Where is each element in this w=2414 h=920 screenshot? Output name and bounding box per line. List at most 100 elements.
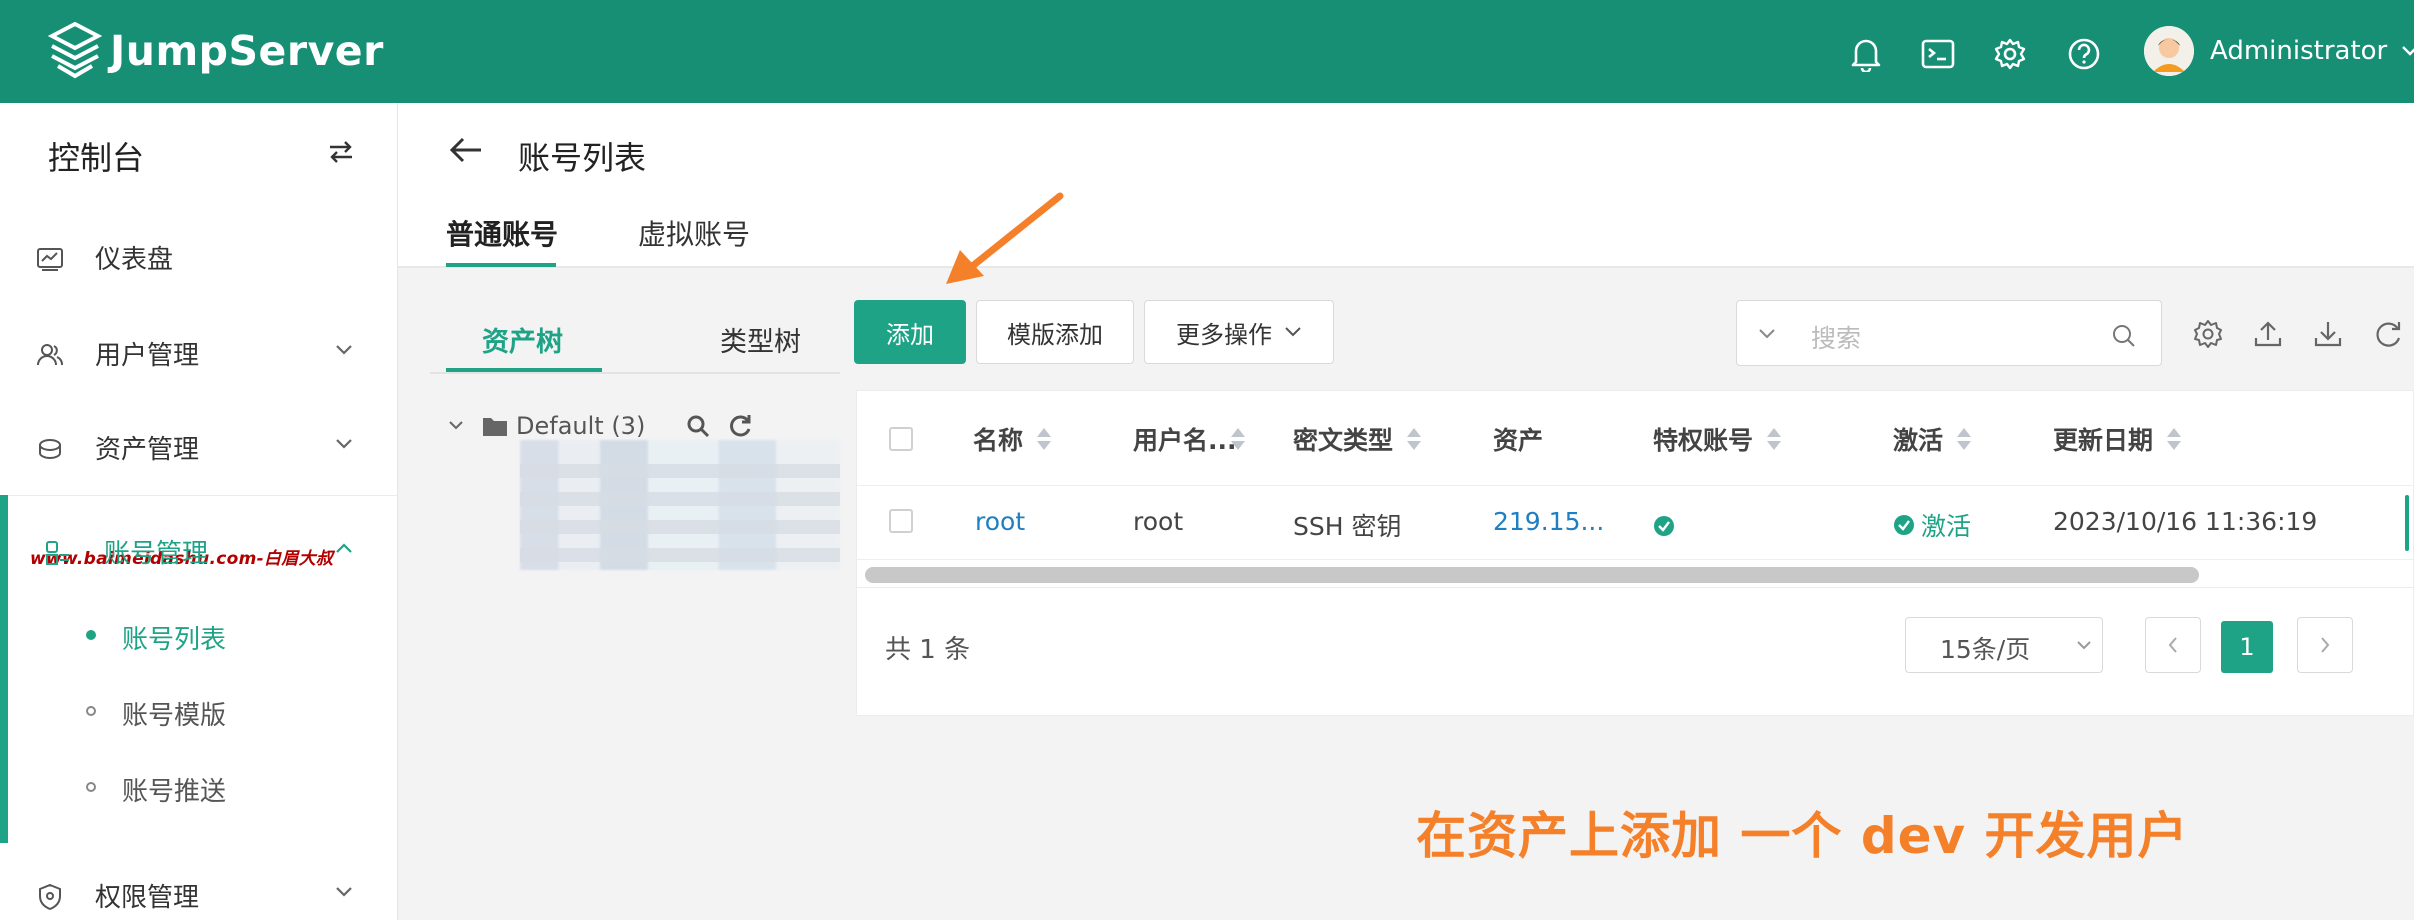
sidebar-item-label: 权限管理 xyxy=(95,882,200,913)
sidebar-item-users[interactable]: 用户管理 xyxy=(0,323,398,383)
logo[interactable]: JumpServer xyxy=(48,22,384,80)
column-header-name[interactable]: 名称 xyxy=(973,421,1052,457)
horizontal-scrollbar[interactable] xyxy=(865,567,2199,583)
chevron-left-icon xyxy=(2168,637,2177,653)
tab-underline xyxy=(446,368,602,372)
sidebar-item-label: 仪表盘 xyxy=(95,244,174,275)
asset-link[interactable]: 219.15... xyxy=(1493,507,1604,536)
search-icon[interactable] xyxy=(2111,323,2137,349)
sidebar-item-accounts[interactable]: 账号管理 xyxy=(0,521,398,581)
sidebar-item-permissions[interactable]: 权限管理 xyxy=(0,865,398,920)
template-add-button[interactable]: 模版添加 xyxy=(976,300,1134,364)
sidebar-subitem-account-template[interactable]: 账号模版 xyxy=(0,687,398,737)
sort-icon[interactable] xyxy=(2167,426,2182,452)
sort-icon[interactable] xyxy=(1407,426,1422,452)
chevron-down-icon xyxy=(2077,641,2091,650)
sidebar-item-dashboard[interactable]: 仪表盘 xyxy=(0,227,398,287)
sidebar-item-assets[interactable]: 资产管理 xyxy=(0,417,398,477)
gear-icon[interactable] xyxy=(1990,34,2030,74)
sidebar-item-label: 用户管理 xyxy=(95,340,200,371)
avatar xyxy=(2144,26,2194,76)
chevron-down-icon[interactable] xyxy=(1757,327,1777,341)
top-bar: JumpServer Administrator xyxy=(0,0,2414,103)
chevron-down-icon xyxy=(1285,327,1301,337)
user-menu[interactable]: Administrator xyxy=(2144,26,2414,76)
column-header-label: 资产 xyxy=(1493,426,1544,455)
page-size-label: 15条/页 xyxy=(1940,635,2031,664)
page-header: 账号列表 普通账号 虚拟账号 xyxy=(398,103,2414,268)
row-actions-edge xyxy=(2405,495,2409,551)
sort-icon[interactable] xyxy=(1767,426,1782,452)
search-input[interactable]: 搜索 xyxy=(1811,319,1861,355)
next-page-button[interactable] xyxy=(2297,617,2353,673)
search-icon[interactable] xyxy=(685,413,711,439)
tab-normal-accounts[interactable]: 普通账号 xyxy=(446,213,558,253)
terminal-icon[interactable] xyxy=(1918,34,1958,74)
column-header-label: 特权账号 xyxy=(1653,426,1754,455)
account-name-link[interactable]: root xyxy=(975,507,1025,536)
refresh-icon[interactable] xyxy=(727,413,753,439)
column-header-label: 更新日期 xyxy=(2053,426,2154,455)
sort-icon[interactable] xyxy=(1957,426,1972,452)
total-count: 共 1 条 xyxy=(885,635,971,665)
accounts-table: 名称 用户名... 密文类型 资产 特权账号 激活 更新日期 root root… xyxy=(856,390,2414,716)
logo-text: JumpServer xyxy=(110,27,384,75)
column-header-updated[interactable]: 更新日期 xyxy=(2053,421,2182,457)
sidebar-item-label: 账号管理 xyxy=(104,538,209,569)
chevron-right-icon xyxy=(2321,637,2330,653)
select-all-checkbox[interactable] xyxy=(889,427,913,451)
switch-icon[interactable] xyxy=(328,141,354,163)
bullet-icon xyxy=(86,782,96,792)
column-header-secret-type[interactable]: 密文类型 xyxy=(1293,421,1422,457)
tree-node-root[interactable]: Default (3) xyxy=(448,412,753,440)
prev-page-button[interactable] xyxy=(2145,617,2201,673)
more-actions-button[interactable]: 更多操作 xyxy=(1144,300,1334,364)
column-header-label: 密文类型 xyxy=(1293,426,1394,455)
column-header-username[interactable]: 用户名... xyxy=(1133,421,1245,457)
sidebar: 控制台 仪表盘 用户管理 资产管理 www.baimeidashu.com-白眉… xyxy=(0,103,398,920)
settings-icon[interactable] xyxy=(2192,318,2224,350)
users-icon xyxy=(37,344,63,366)
divider xyxy=(857,587,2414,588)
sidebar-subitem-account-push[interactable]: 账号推送 xyxy=(0,763,398,813)
column-header-asset[interactable]: 资产 xyxy=(1493,421,1543,457)
sidebar-subitem-label: 账号推送 xyxy=(122,777,227,807)
tab-underline xyxy=(446,263,556,267)
page-size-select[interactable]: 15条/页 xyxy=(1905,617,2103,673)
tab-type-tree[interactable]: 类型树 xyxy=(720,320,801,359)
sidebar-subitem-label: 账号列表 xyxy=(122,625,227,655)
help-icon[interactable] xyxy=(2064,34,2104,74)
divider xyxy=(857,485,2414,486)
sort-icon[interactable] xyxy=(1037,426,1052,452)
back-arrow-icon[interactable] xyxy=(448,136,484,164)
column-header-active[interactable]: 激活 xyxy=(1893,421,1972,457)
row-checkbox[interactable] xyxy=(889,509,913,533)
more-actions-label: 更多操作 xyxy=(1176,320,1272,349)
tree-panel: 资产树 类型树 Default (3) xyxy=(430,290,840,590)
column-header-privileged[interactable]: 特权账号 xyxy=(1653,421,1782,457)
tab-virtual-accounts[interactable]: 虚拟账号 xyxy=(638,213,750,253)
bell-icon[interactable] xyxy=(1846,34,1886,74)
table-cell-username: root xyxy=(1133,507,1184,536)
divider xyxy=(0,495,398,496)
refresh-icon[interactable] xyxy=(2372,318,2404,350)
page-title: 账号列表 xyxy=(518,139,647,177)
download-icon[interactable] xyxy=(2312,318,2344,350)
search-box[interactable]: 搜索 xyxy=(1736,300,2162,366)
upload-icon[interactable] xyxy=(2252,318,2284,350)
bullet-icon xyxy=(86,706,96,716)
table-cell-secret-type: SSH 密钥 xyxy=(1293,512,1402,541)
sidebar-subitem-account-list[interactable]: 账号列表 xyxy=(0,611,398,661)
add-button[interactable]: 添加 xyxy=(854,300,966,364)
bullet-icon xyxy=(86,630,96,640)
console-title: 控制台 xyxy=(48,139,145,177)
check-circle-icon xyxy=(1894,515,1914,535)
column-header-label: 用户名... xyxy=(1133,426,1237,455)
blurred-tree-items xyxy=(520,450,840,565)
sort-icon[interactable] xyxy=(1230,426,1245,452)
page-number-current[interactable]: 1 xyxy=(2221,621,2273,673)
tab-asset-tree[interactable]: 资产树 xyxy=(482,320,563,359)
table-cell-privileged xyxy=(1653,515,1675,537)
chevron-up-icon xyxy=(336,543,352,553)
annotation-caption: 在资产上添加 一个 dev 开发用户 xyxy=(1416,807,2189,865)
